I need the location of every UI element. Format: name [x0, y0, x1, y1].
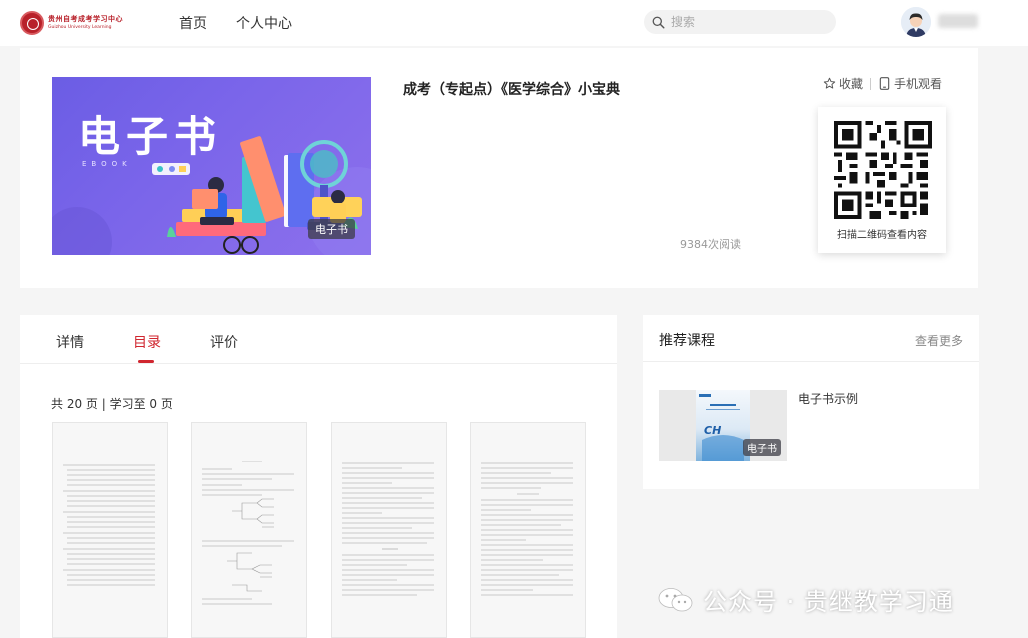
cover-title: 电子书 [78, 112, 223, 161]
diagram-page-preview [202, 461, 294, 605]
recommend-item-title[interactable]: 电子书示例 [798, 390, 858, 407]
recommend-divider [643, 361, 979, 362]
nav-home[interactable]: 首页 [179, 13, 207, 33]
page-thumbnail[interactable] [191, 422, 307, 638]
cover-subtitle: EBOOK [82, 160, 132, 168]
wechat-icon [658, 587, 693, 611]
qr-code-panel: 扫描二维码查看内容 [818, 107, 946, 253]
recommend-panel: 推荐课程 查看更多 CH 电子书 电子书示例 [643, 315, 979, 489]
tab-catalog[interactable]: 目录 [133, 332, 161, 352]
text-page-preview [342, 462, 434, 596]
phone-icon [879, 77, 890, 90]
site-logo[interactable]: 贵州自考成考学习中心 Guizhou University Learning [20, 9, 132, 37]
page-progress: 共 20 页 | 学习至 0 页 [51, 397, 173, 411]
qr-caption: 扫描二维码查看内容 [837, 230, 927, 241]
search-input[interactable] [671, 15, 821, 29]
book-cover-art: CH [699, 394, 744, 461]
view-more-link[interactable]: 查看更多 [915, 332, 963, 349]
search-icon [652, 16, 665, 29]
watermark-text: 公众号 · 贵继教学习通 [703, 588, 954, 616]
logo-en-text: Guizhou University Learning [48, 24, 112, 30]
star-icon [823, 77, 836, 89]
username-blurred [938, 14, 978, 28]
content-card: 详情 目录 评价 共 20 页 | 学习至 0 页 [20, 315, 617, 638]
recommend-book-cover: CH [696, 390, 750, 461]
nav-personal-center[interactable]: 个人中心 [236, 13, 292, 33]
wechat-watermark: 公众号 · 贵继教学习通 [657, 582, 954, 617]
favorite-button[interactable]: 收藏 [823, 75, 863, 92]
recommend-title: 推荐课程 [659, 333, 715, 349]
mobile-view-label: 手机观看 [894, 77, 943, 91]
user-avatar-icon [901, 7, 931, 37]
svg-text:CH: CH [704, 424, 721, 437]
ebook-cover[interactable]: 电子书 EBOOK 电子书 [52, 77, 371, 255]
page-thumbnail[interactable] [52, 422, 168, 638]
logo-cn-text: 贵州自考成考学习中心 [48, 14, 123, 23]
favorite-label: 收藏 [839, 77, 864, 91]
search-box[interactable] [644, 10, 836, 34]
ebook-title: 成考（专起点）《医学综合》小宝典 [403, 82, 620, 98]
read-count: 9384次阅读 [680, 238, 741, 251]
toc-page-preview [63, 464, 155, 586]
tab-details[interactable]: 详情 [56, 332, 84, 352]
cover-type-badge: 电子书 [308, 219, 355, 239]
tab-divider [20, 363, 617, 364]
page-thumbnail[interactable] [470, 422, 586, 638]
mobile-view-button[interactable]: 手机观看 [879, 75, 942, 92]
avatar[interactable] [901, 7, 931, 37]
ebook-summary-card: 电子书 EBOOK 电子书 成考（专起点）《医学综合》小宝典 收藏 手机观看 9… [20, 48, 978, 288]
action-divider [870, 78, 871, 90]
page-thumbnail[interactable] [331, 422, 447, 638]
logo-seal-icon [20, 11, 44, 35]
qr-code-icon [834, 121, 932, 219]
top-navbar: 贵州自考成考学习中心 Guizhou University Learning 首… [0, 0, 1028, 46]
recommend-type-badge: 电子书 [743, 439, 781, 456]
text-page-preview [481, 462, 573, 596]
tab-reviews[interactable]: 评价 [210, 332, 238, 352]
recommend-thumbnail[interactable]: CH 电子书 [659, 390, 787, 461]
